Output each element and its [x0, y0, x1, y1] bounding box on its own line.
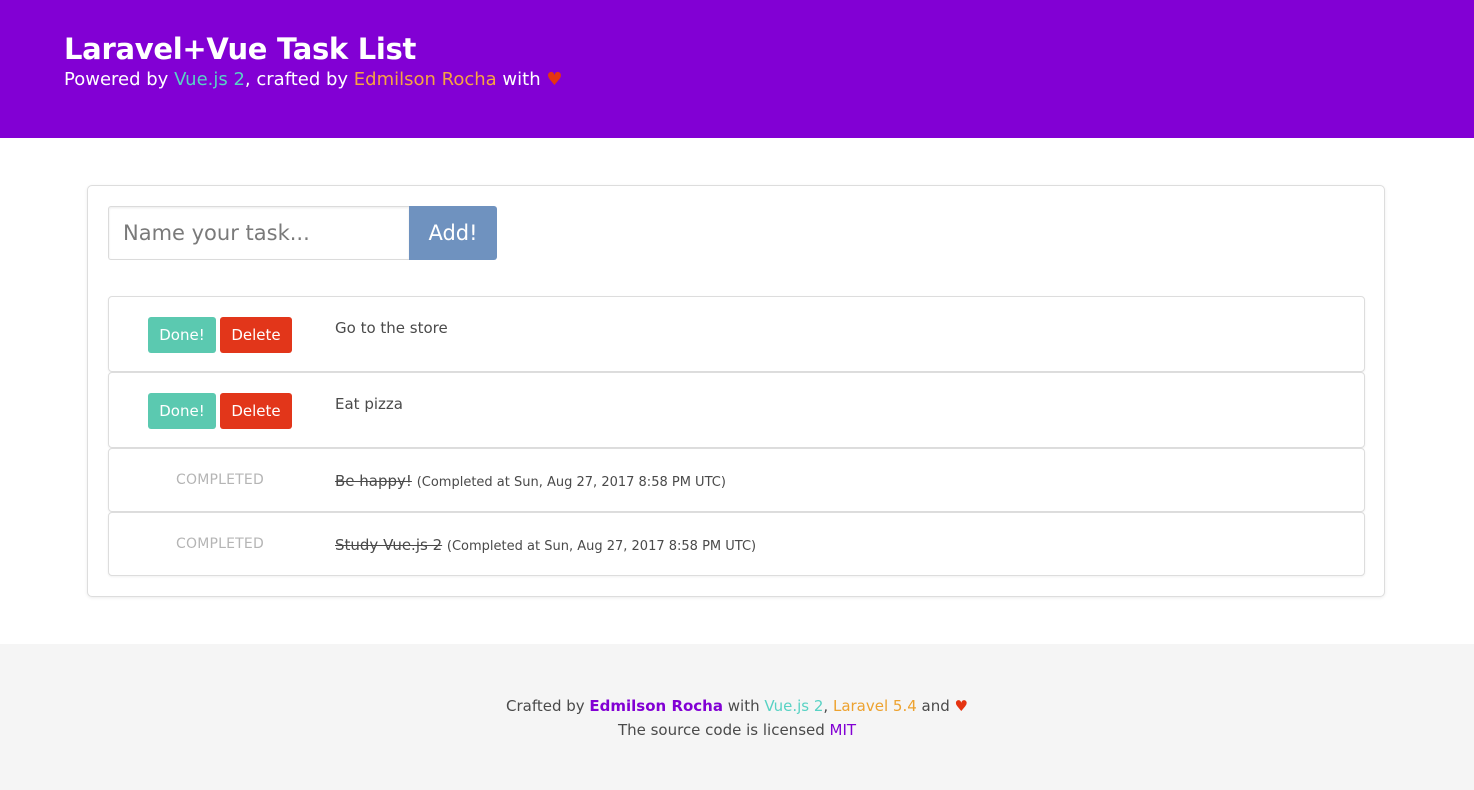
done-button[interactable]: Done! — [148, 317, 216, 353]
vue-link[interactable]: Vue.js 2 — [174, 69, 245, 90]
footer: Crafted by Edmilson Rocha with Vue.js 2,… — [0, 644, 1474, 790]
task-item: Done! Delete Go to the store — [108, 296, 1365, 372]
subtitle-mid: , crafted by — [244, 69, 354, 90]
completed-task-item: COMPLETED Be happy! (Completed at Sun, A… — [108, 448, 1365, 512]
completed-timestamp: (Completed at Sun, Aug 27, 2017 8:58 PM … — [416, 475, 726, 490]
author-link[interactable]: Edmilson Rocha — [354, 69, 497, 90]
subtitle-suffix: with — [496, 69, 547, 90]
license-link[interactable]: MIT — [830, 721, 857, 739]
task-actions: Done! Delete — [148, 317, 292, 353]
footer-with: with — [723, 697, 765, 715]
footer-comma: , — [823, 697, 833, 715]
heart-icon: ♥ — [954, 697, 968, 715]
completed-task-item: COMPLETED Study Vue.js 2 (Completed at S… — [108, 512, 1365, 576]
done-button[interactable]: Done! — [148, 393, 216, 429]
add-task-button[interactable]: Add! — [409, 206, 497, 260]
delete-button[interactable]: Delete — [220, 317, 292, 353]
completed-task-text: Study Vue.js 2 (Completed at Sun, Aug 27… — [335, 536, 756, 554]
add-task-form: Add! — [108, 206, 497, 260]
completed-label: COMPLETED — [176, 536, 264, 552]
task-name: Eat pizza — [335, 395, 403, 413]
license-prefix: The source code is licensed — [617, 721, 830, 739]
main-section: Add! Done! Delete Go to the store Done! … — [0, 138, 1474, 644]
completed-task-name: Be happy! — [335, 472, 412, 490]
completed-task-text: Be happy! (Completed at Sun, Aug 27, 201… — [335, 472, 726, 490]
completed-timestamp: (Completed at Sun, Aug 27, 2017 8:58 PM … — [446, 539, 757, 554]
footer-license: The source code is licensed MIT — [0, 718, 1474, 742]
completed-task-name: Study Vue.js 2 — [335, 536, 443, 554]
footer-and: and — [916, 697, 955, 715]
completed-label: COMPLETED — [176, 472, 264, 488]
task-name: Go to the store — [335, 319, 448, 337]
page-subtitle: Powered by Vue.js 2, crafted by Edmilson… — [64, 67, 1410, 93]
footer-vue-link[interactable]: Vue.js 2 — [764, 697, 823, 715]
page-title: Laravel+Vue Task List — [64, 32, 417, 66]
task-name-input[interactable] — [108, 206, 409, 260]
footer-author-link[interactable]: Edmilson Rocha — [589, 697, 723, 715]
task-box: Add! Done! Delete Go to the store Done! … — [87, 185, 1385, 597]
subtitle-prefix: Powered by — [64, 69, 175, 90]
footer-laravel-link[interactable]: Laravel 5.4 — [833, 697, 917, 715]
hero-header: Laravel+Vue Task List Powered by Vue.js … — [0, 0, 1474, 138]
footer-prefix: Crafted by — [505, 697, 590, 715]
task-actions: Done! Delete — [148, 393, 292, 429]
heart-icon: ♥ — [546, 69, 563, 90]
footer-credits: Crafted by Edmilson Rocha with Vue.js 2,… — [0, 694, 1474, 718]
task-list: Done! Delete Go to the store Done! Delet… — [108, 296, 1365, 576]
delete-button[interactable]: Delete — [220, 393, 292, 429]
task-item: Done! Delete Eat pizza — [108, 372, 1365, 448]
